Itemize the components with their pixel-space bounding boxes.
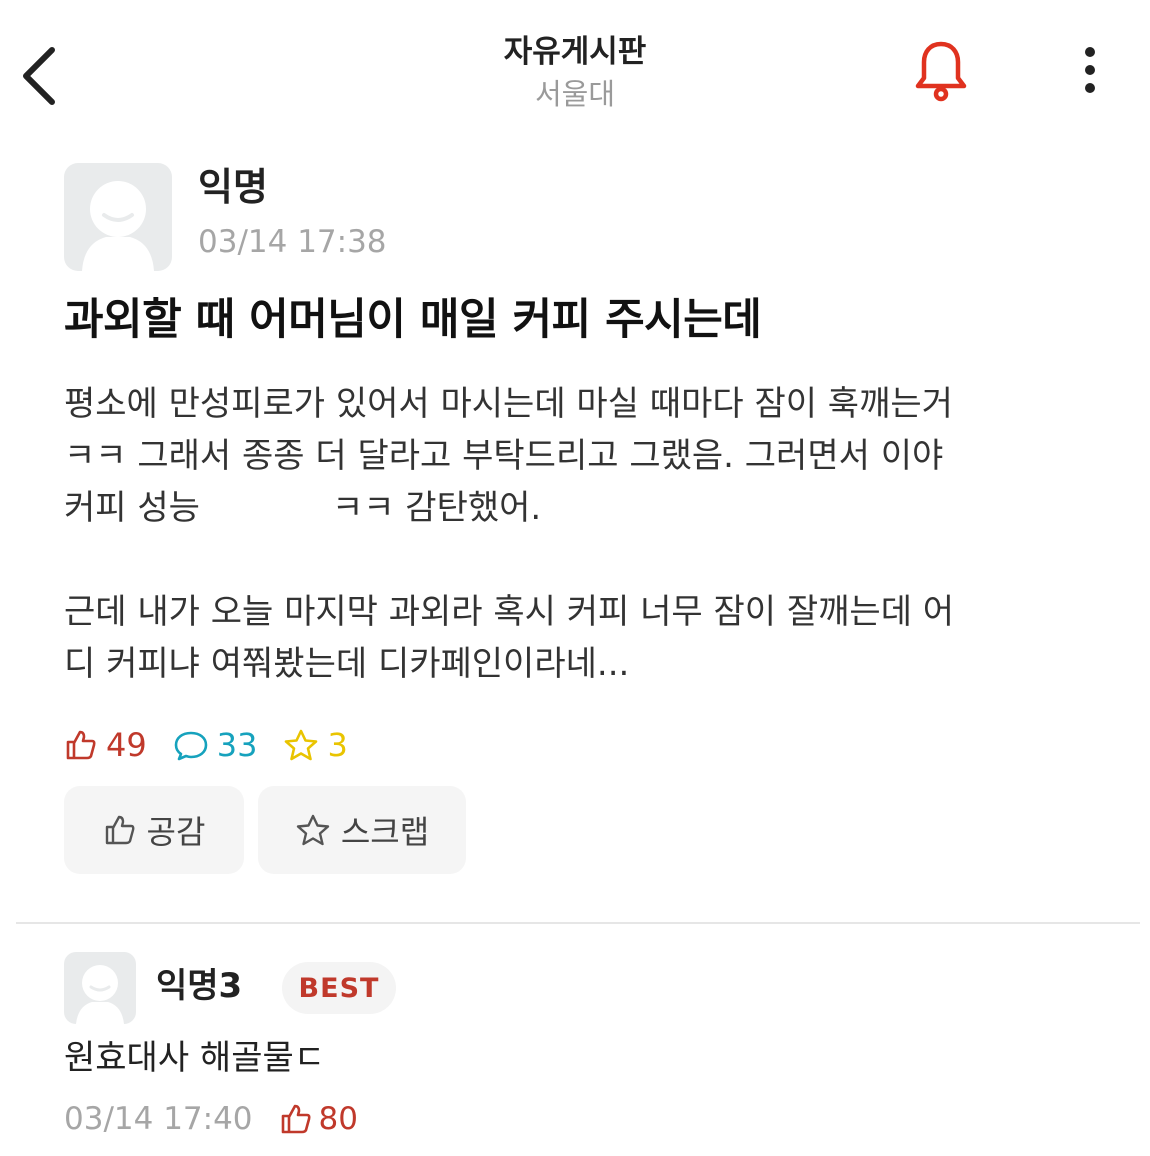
app-header: 자유게시판 서울대: [0, 0, 1150, 140]
comment-like-value: 80: [318, 1101, 358, 1137]
post-body-line: 근데 내가 오늘 마지막 과외라 혹시 커피 너무 잠이 잘깨는데 어: [64, 592, 955, 632]
comment-text: 원효대사 해골물ㄷ: [64, 1038, 326, 1078]
comment-author-name: 익명3: [156, 966, 243, 1006]
comment-author-avatar: [64, 952, 136, 1024]
header-titles: 자유게시판 서울대: [0, 32, 1150, 114]
comment-timestamp: 03/14 17:40: [64, 1101, 253, 1137]
post-timestamp: 03/14 17:38: [198, 224, 387, 260]
comment-bubble-icon: [174, 731, 208, 761]
post-stats: 49 33 3: [64, 722, 374, 768]
author-name: 익명: [198, 165, 268, 209]
comment-meta: 03/14 17:40 80: [64, 1096, 358, 1142]
star-icon: [285, 729, 318, 761]
scrap-button-label: 스크랩: [340, 813, 430, 851]
post-body-text: ㅋㅋ 감탄했어.: [331, 488, 542, 528]
post-body-line: 디 커피냐 여쭤봤는데 디카페인이라네...: [64, 644, 630, 684]
scrap-count-value: 3: [327, 726, 348, 764]
star-icon: [296, 814, 330, 846]
post-body-line: ㅋㅋ 그래서 종종 더 달라고 부탁드리고 그랬음. 그러면서 이야: [64, 436, 944, 476]
more-vertical-icon: [1085, 47, 1095, 93]
like-button-label: 공감: [146, 813, 206, 851]
thumbs-up-icon: [281, 1104, 311, 1134]
scrap-count: 3: [283, 726, 348, 764]
comment-count: 33: [173, 726, 258, 764]
comment-like-count: 80: [279, 1101, 358, 1137]
post-body: 평소에 만성피로가 있어서 마시는데 마실 때마다 잠이 훅깨는거 ㅋㅋ 그래서…: [64, 378, 1104, 690]
thumbs-up-icon: [66, 730, 96, 760]
like-count-value: 49: [106, 726, 147, 764]
post-body-text: 커피 성능: [64, 488, 200, 528]
best-badge: BEST: [282, 962, 396, 1014]
thumbs-up-icon: [105, 815, 134, 845]
post-title: 과외할 때 어머님이 매일 커피 주시는데: [64, 295, 762, 345]
school-name: 서울대: [534, 77, 616, 111]
scrap-button[interactable]: 스크랩: [258, 786, 466, 874]
comment-count-value: 33: [216, 726, 258, 764]
notification-button[interactable]: [912, 38, 970, 104]
post-body-line: 평소에 만성피로가 있어서 마시는데 마실 때마다 잠이 훅깨는거: [64, 384, 953, 424]
bell-icon: [915, 41, 967, 102]
like-count: 49: [64, 726, 147, 764]
board-title: 자유게시판: [503, 34, 647, 70]
default-profile-icon: [76, 965, 124, 1024]
default-profile-icon: [82, 181, 154, 271]
like-button[interactable]: 공감: [64, 786, 244, 874]
more-options-button[interactable]: [1070, 42, 1110, 102]
section-divider: [16, 922, 1140, 924]
post-body-line: 커피 성능 ㅋㅋ 감탄했어.: [64, 482, 1104, 534]
author-avatar: [64, 163, 172, 271]
